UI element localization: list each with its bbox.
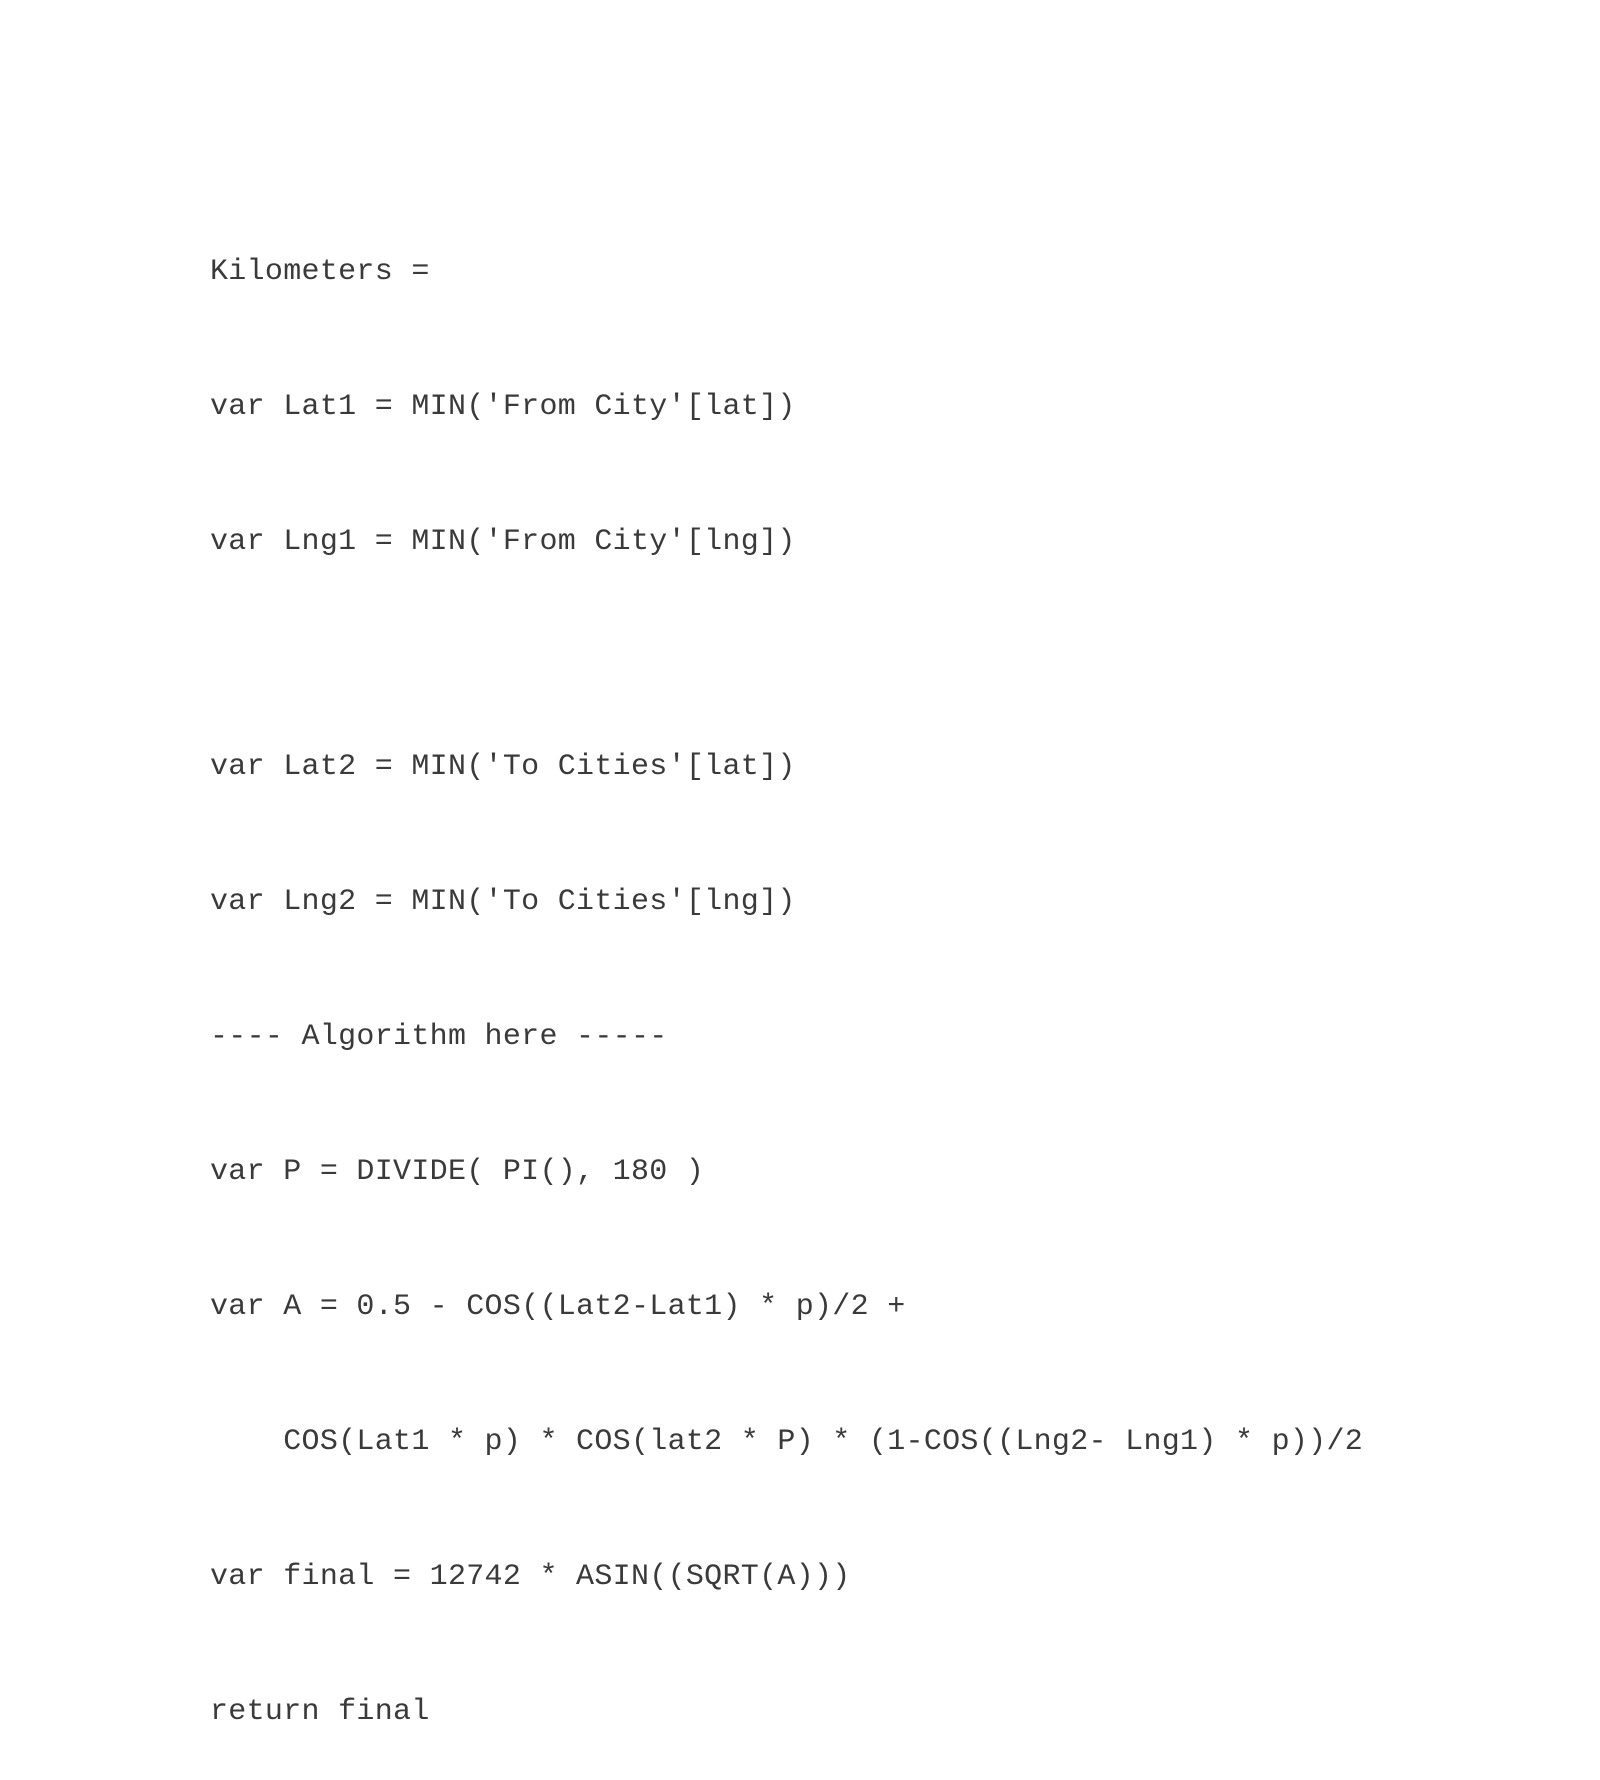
code-line: var Lng2 = MIN('To Cities'[lng]) <box>210 880 1363 925</box>
code-line: var Lng1 = MIN('From City'[lng]) <box>210 520 1363 565</box>
code-line: var Lat2 = MIN('To Cities'[lat]) <box>210 745 1363 790</box>
code-block: Kilometers = var Lat1 = MIN('From City'[… <box>210 160 1363 1780</box>
code-line: return final <box>210 1690 1363 1735</box>
code-line: var P = DIVIDE( PI(), 180 ) <box>210 1150 1363 1195</box>
code-line: var final = 12742 * ASIN((SQRT(A))) <box>210 1555 1363 1600</box>
code-line: var Lat1 = MIN('From City'[lat]) <box>210 385 1363 430</box>
code-line: Kilometers = <box>210 250 1363 295</box>
code-line: var A = 0.5 - COS((Lat2-Lat1) * p)/2 + <box>210 1285 1363 1330</box>
code-line: COS(Lat1 * p) * COS(lat2 * P) * (1-COS((… <box>210 1420 1363 1465</box>
code-line: ---- Algorithm here ----- <box>210 1015 1363 1060</box>
